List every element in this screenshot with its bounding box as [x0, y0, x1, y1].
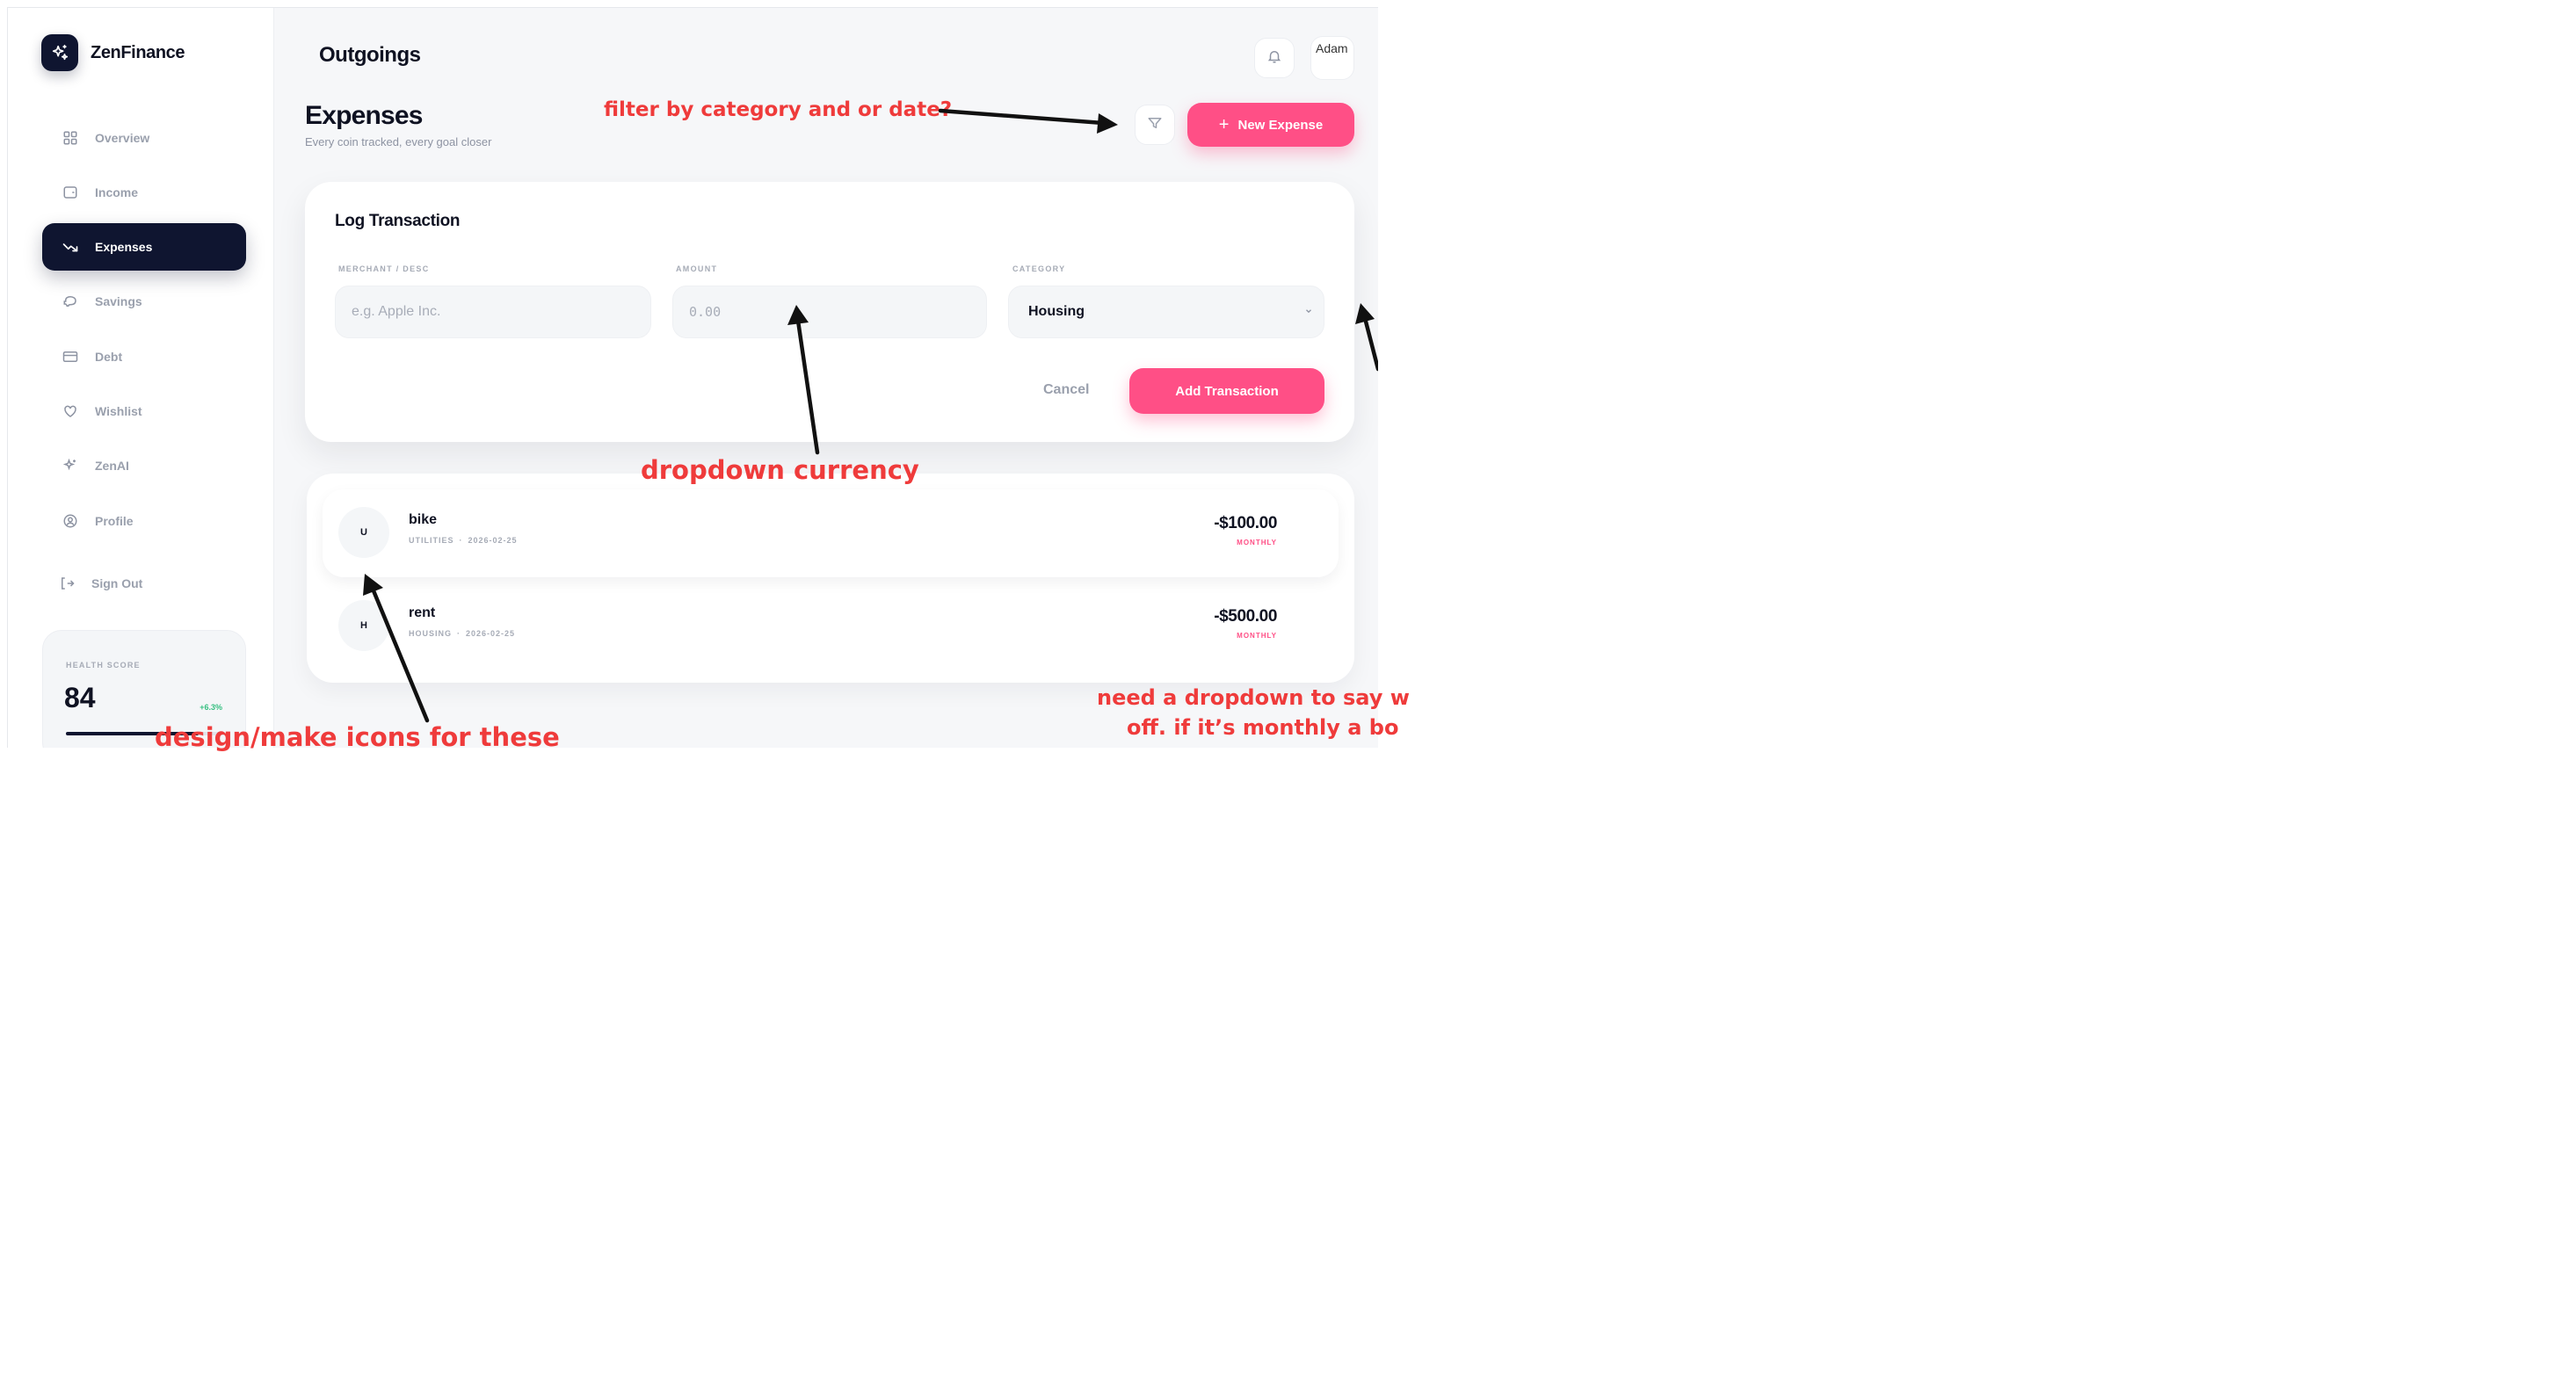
category-select-value: Housing — [1028, 304, 1085, 319]
annotation-filter: filter by category and or date? — [604, 98, 953, 121]
annotation-icons: design/make icons for these — [155, 722, 560, 752]
chevron-down-icon — [1304, 306, 1313, 318]
transaction-meta: HOUSING · 2026-02-25 — [409, 629, 515, 638]
transaction-amount: -$500.00 — [1214, 607, 1277, 626]
brand-name: ZenFinance — [91, 42, 185, 62]
sidebar-item-zenai[interactable]: ZenAI — [42, 442, 246, 489]
notifications-button[interactable] — [1254, 38, 1295, 78]
health-score-value: 84 — [64, 682, 96, 713]
filter-button[interactable] — [1135, 105, 1175, 145]
log-transaction-form: Log Transaction MERCHANT / DESC AMOUNT C… — [305, 182, 1354, 442]
piggy-bank-icon — [62, 293, 79, 310]
transaction-date: 2026-02-25 — [466, 629, 516, 638]
bell-icon — [1266, 48, 1282, 69]
sidebar-item-profile[interactable]: Profile — [42, 497, 246, 545]
filter-icon — [1147, 115, 1163, 135]
health-score-delta: +6.3% — [200, 703, 222, 712]
user-circle-icon — [62, 512, 79, 530]
transaction-category: HOUSING — [409, 629, 453, 638]
sidebar: ZenFinance Overview Income Expenses Savi… — [8, 8, 274, 748]
category-avatar: H — [338, 600, 389, 651]
category-select[interactable]: Housing — [1008, 286, 1324, 338]
new-expense-label: New Expense — [1237, 117, 1324, 133]
sidebar-item-expenses[interactable]: Expenses — [42, 223, 246, 271]
form-title: Log Transaction — [335, 212, 461, 230]
wallet-icon — [62, 184, 79, 201]
trending-down-icon — [62, 238, 79, 256]
meta-separator: · — [457, 629, 461, 638]
merchant-input[interactable] — [335, 286, 651, 338]
transaction-category: UTILITIES — [409, 536, 454, 545]
sparkles-icon — [62, 457, 79, 474]
transaction-name: bike — [409, 512, 438, 527]
sidebar-item-label: Wishlist — [95, 404, 142, 418]
avatar-alt-text: Adam — [1316, 41, 1348, 55]
transaction-meta: UTILITIES · 2026-02-25 — [409, 536, 518, 545]
category-avatar: U — [338, 507, 389, 558]
annotation-currency: dropdown currency — [641, 455, 919, 485]
sidebar-item-label: ZenAI — [95, 459, 129, 473]
sidebar-item-label: Debt — [95, 350, 123, 364]
cancel-button[interactable]: Cancel — [1043, 382, 1089, 398]
category-label: CATEGORY — [1012, 264, 1066, 273]
annotation-dropdown-line1: need a dropdown to say w — [1097, 685, 1410, 710]
meta-separator: · — [459, 536, 463, 545]
credit-card-icon — [62, 348, 79, 366]
health-score-title: HEALTH SCORE — [66, 661, 141, 670]
new-expense-button[interactable]: + New Expense — [1187, 103, 1354, 147]
amount-label: AMOUNT — [676, 264, 718, 273]
page-subtitle: Every coin tracked, every goal closer — [305, 135, 492, 148]
sparkles-icon — [41, 34, 78, 71]
add-transaction-button[interactable]: Add Transaction — [1129, 368, 1324, 414]
sidebar-item-overview[interactable]: Overview — [42, 114, 246, 162]
transaction-frequency: MONTHLY — [1237, 632, 1277, 640]
merchant-label: MERCHANT / DESC — [338, 264, 430, 273]
plus-icon: + — [1218, 114, 1230, 134]
amount-input[interactable] — [672, 286, 987, 338]
sidebar-item-wishlist[interactable]: Wishlist — [42, 387, 246, 435]
grid-icon — [62, 129, 79, 147]
sidebar-item-label: Expenses — [95, 240, 153, 254]
heart-icon — [62, 402, 79, 420]
sidebar-item-income[interactable]: Income — [42, 169, 246, 216]
sidebar-item-label: Overview — [95, 131, 150, 145]
sidebar-item-debt[interactable]: Debt — [42, 333, 246, 380]
sidebar-item-label: Income — [95, 185, 139, 199]
sidebar-item-label: Sign Out — [91, 576, 143, 590]
transactions-list: U bike UTILITIES · 2026-02-25 -$100.00 MON… — [307, 474, 1354, 683]
list-item[interactable]: U bike UTILITIES · 2026-02-25 -$100.00 MON… — [323, 489, 1339, 577]
avatar[interactable]: Adam — [1310, 36, 1354, 80]
transaction-name: rent — [409, 605, 436, 620]
list-item[interactable]: H rent HOUSING · 2026-02-25 -$500.00 MONTH… — [323, 583, 1339, 670]
sidebar-item-label: Savings — [95, 294, 142, 308]
log-out-icon — [58, 575, 76, 592]
page-header-title: Outgoings — [319, 43, 421, 67]
transaction-amount: -$100.00 — [1214, 514, 1277, 532]
annotation-dropdown-line2: off. if it’s monthly a bo — [1127, 715, 1399, 740]
sidebar-item-label: Profile — [95, 514, 134, 528]
transaction-frequency: MONTHLY — [1237, 539, 1277, 546]
page-title: Expenses — [305, 101, 423, 130]
sign-out-button[interactable]: Sign Out — [42, 560, 246, 607]
sidebar-item-savings[interactable]: Savings — [42, 278, 246, 325]
brand[interactable]: ZenFinance — [41, 34, 185, 71]
transaction-date: 2026-02-25 — [468, 536, 518, 545]
